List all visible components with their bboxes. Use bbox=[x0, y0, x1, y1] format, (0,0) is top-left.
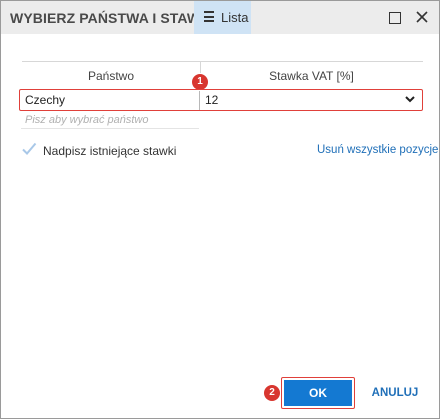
table-header: Państwo Stawka VAT [%] bbox=[22, 61, 423, 90]
menu-icon bbox=[204, 11, 214, 23]
tab-lista[interactable]: Lista bbox=[194, 1, 251, 34]
close-icon bbox=[416, 11, 428, 23]
dialog-title: WYBIERZ PAŃSTWA I STAWKI bbox=[10, 10, 215, 26]
maximize-button[interactable] bbox=[379, 1, 409, 34]
check-icon bbox=[22, 142, 37, 155]
country-search-input[interactable] bbox=[21, 112, 199, 129]
title-bar: WYBIERZ PAŃSTWA I STAWKI Lista bbox=[1, 1, 439, 34]
overwrite-checkbox-label[interactable]: Nadpisz istniejące stawki bbox=[43, 144, 176, 158]
country-cell[interactable]: Czechy bbox=[25, 93, 65, 107]
chevron-down-icon[interactable] bbox=[405, 96, 415, 103]
cell-divider bbox=[199, 91, 200, 110]
annotation-badge-2: 2 bbox=[264, 385, 280, 401]
column-header-country: Państwo bbox=[87, 69, 135, 83]
ok-button[interactable]: OK bbox=[284, 380, 352, 406]
column-header-vat: Stawka VAT [%] bbox=[269, 69, 354, 83]
maximize-icon bbox=[389, 12, 401, 24]
remove-all-link[interactable]: Usuń wszystkie pozycje bbox=[317, 144, 438, 156]
annotation-badge-1: 1 bbox=[192, 74, 208, 90]
cancel-button[interactable]: ANULUJ bbox=[366, 380, 424, 406]
close-button[interactable] bbox=[407, 1, 437, 34]
table-row[interactable] bbox=[19, 89, 423, 111]
overwrite-checkbox[interactable] bbox=[21, 141, 37, 157]
vat-rate-select[interactable]: 12 bbox=[205, 93, 218, 107]
dialog-window: WYBIERZ PAŃSTWA I STAWKI Lista Państwo S… bbox=[0, 0, 440, 419]
tab-lista-label: Lista bbox=[221, 10, 249, 25]
